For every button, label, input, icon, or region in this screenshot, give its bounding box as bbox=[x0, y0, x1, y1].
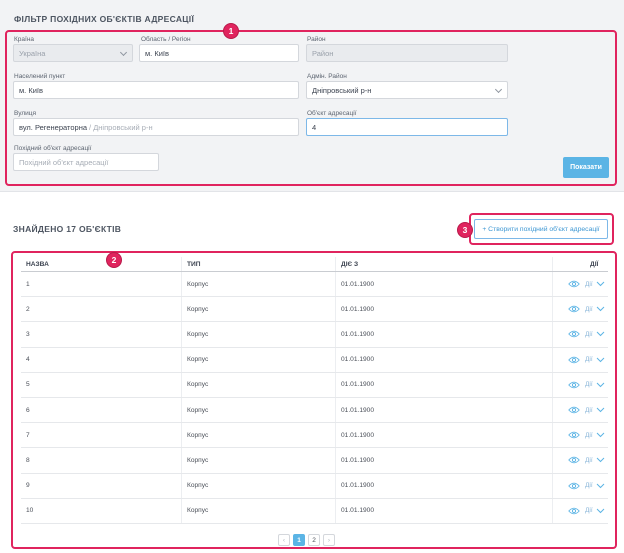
table-row: 10 Корпус 01.01.1900 Дії bbox=[21, 498, 608, 524]
cell-since: 01.01.1900 bbox=[336, 272, 553, 297]
actions-menu-label[interactable]: Дії bbox=[585, 356, 593, 363]
cell-name: 9 bbox=[21, 473, 182, 498]
cell-type: Корпус bbox=[182, 272, 336, 297]
eye-icon[interactable] bbox=[568, 456, 580, 464]
eye-icon[interactable] bbox=[568, 356, 580, 364]
cell-actions: Дії bbox=[553, 398, 608, 422]
col-header-since[interactable]: ДІЄ З bbox=[336, 257, 553, 271]
cell-actions: Дії bbox=[553, 423, 608, 447]
actions-menu-label[interactable]: Дії bbox=[585, 281, 593, 288]
table-row: 3 Корпус 01.01.1900 Дії bbox=[21, 322, 608, 348]
actions-menu-label[interactable]: Дії bbox=[585, 306, 593, 313]
filter-title: ФІЛЬТР ПОХІДНИХ ОБ'ЄКТІВ АДРЕСАЦІЇ bbox=[14, 14, 195, 24]
eye-icon[interactable] bbox=[568, 330, 580, 338]
cell-actions: Дії bbox=[553, 474, 608, 498]
cell-since: 01.01.1900 bbox=[336, 423, 553, 448]
chevron-down-icon[interactable] bbox=[596, 483, 605, 489]
actions-menu-label[interactable]: Дії bbox=[585, 381, 593, 388]
table-body: 1 Корпус 01.01.1900 Дії 2 Корпус 01.01.1900 Дії… bbox=[21, 272, 608, 526]
results-table: НАЗВА ТИП ДІЄ З ДІЇ 1 Корпус 01.01.1900 Дії… bbox=[21, 257, 608, 526]
cell-type: Корпус bbox=[182, 448, 336, 473]
chevron-down-icon[interactable] bbox=[596, 432, 605, 438]
cell-since: 01.01.1900 bbox=[336, 372, 553, 397]
results-title: ЗНАЙДЕНО 17 ОБ'ЄКТІВ bbox=[13, 224, 122, 234]
cell-name: 3 bbox=[21, 322, 182, 347]
cell-since: 01.01.1900 bbox=[336, 448, 553, 473]
cell-name: 6 bbox=[21, 397, 182, 423]
badge-3: 3 bbox=[457, 222, 473, 238]
cell-type: Корпус bbox=[182, 297, 336, 322]
chevron-down-icon[interactable] bbox=[596, 508, 605, 514]
cell-since: 01.01.1900 bbox=[336, 473, 553, 498]
pagination-prev[interactable]: ‹ bbox=[278, 534, 290, 546]
col-header-actions: ДІЇ bbox=[590, 260, 599, 268]
cell-name: 4 bbox=[21, 347, 182, 372]
eye-icon[interactable] bbox=[568, 305, 580, 313]
actions-menu-label[interactable]: Дії bbox=[585, 457, 593, 464]
cell-since: 01.01.1900 bbox=[336, 397, 553, 423]
badge-1: 1 bbox=[223, 23, 239, 39]
chevron-down-icon[interactable] bbox=[596, 457, 605, 463]
cell-type: Корпус bbox=[182, 372, 336, 397]
chevron-down-icon[interactable] bbox=[596, 331, 605, 337]
create-derived-object-button[interactable]: + Створити похідний об'єкт адресації bbox=[474, 219, 608, 239]
cell-name: 10 bbox=[21, 498, 182, 523]
cell-type: Корпус bbox=[182, 397, 336, 423]
table-row: 8 Корпус 01.01.1900 Дії bbox=[21, 448, 608, 474]
actions-menu-label[interactable]: Дії bbox=[585, 407, 593, 414]
table-row: 7 Корпус 01.01.1900 Дії bbox=[21, 423, 608, 449]
highlight-frame-1 bbox=[5, 30, 617, 186]
cell-actions: Дії bbox=[553, 499, 608, 523]
cell-since: 01.01.1900 bbox=[336, 322, 553, 347]
chevron-down-icon[interactable] bbox=[596, 407, 605, 413]
chevron-down-icon[interactable] bbox=[596, 306, 605, 312]
eye-icon[interactable] bbox=[568, 431, 580, 439]
chevron-down-icon[interactable] bbox=[596, 281, 605, 287]
actions-menu-label[interactable]: Дії bbox=[585, 482, 593, 489]
eye-icon[interactable] bbox=[568, 482, 580, 490]
cell-actions: Дії bbox=[553, 448, 608, 472]
table-row: 1 Корпус 01.01.1900 Дії bbox=[21, 272, 608, 298]
actions-menu-label[interactable]: Дії bbox=[585, 507, 593, 514]
actions-menu-label[interactable]: Дії bbox=[585, 432, 593, 439]
table-row: 5 Корпус 01.01.1900 Дії bbox=[21, 372, 608, 398]
cell-since: 01.01.1900 bbox=[336, 347, 553, 372]
cell-type: Корпус bbox=[182, 322, 336, 347]
col-header-type[interactable]: ТИП bbox=[182, 257, 336, 271]
cell-name: 5 bbox=[21, 372, 182, 397]
table-row: 9 Корпус 01.01.1900 Дії bbox=[21, 473, 608, 499]
cell-type: Корпус bbox=[182, 473, 336, 498]
cell-name: 1 bbox=[21, 272, 182, 297]
cell-since: 01.01.1900 bbox=[336, 498, 553, 523]
eye-icon[interactable] bbox=[568, 507, 580, 515]
cell-actions: Дії bbox=[553, 272, 608, 296]
pagination-next[interactable]: › bbox=[323, 534, 335, 546]
chevron-down-icon[interactable] bbox=[596, 382, 605, 388]
cell-actions: Дії bbox=[553, 297, 608, 321]
chevron-down-icon[interactable] bbox=[596, 357, 605, 363]
col-header-name[interactable]: НАЗВА bbox=[21, 257, 182, 271]
pagination-page-2[interactable]: 2 bbox=[308, 534, 320, 546]
eye-icon[interactable] bbox=[568, 406, 580, 414]
actions-menu-label[interactable]: Дії bbox=[585, 331, 593, 338]
pagination-page-1[interactable]: 1 bbox=[293, 534, 305, 546]
pagination: ‹ 1 2 › bbox=[278, 534, 335, 546]
cell-since: 01.01.1900 bbox=[336, 297, 553, 322]
table-header: НАЗВА ТИП ДІЄ З ДІЇ bbox=[21, 257, 608, 272]
cell-name: 2 bbox=[21, 297, 182, 322]
cell-type: Корпус bbox=[182, 347, 336, 372]
table-row: 6 Корпус 01.01.1900 Дії bbox=[21, 397, 608, 424]
cell-type: Корпус bbox=[182, 498, 336, 523]
eye-icon[interactable] bbox=[568, 280, 580, 288]
cell-actions: Дії bbox=[553, 373, 608, 397]
cell-type: Корпус bbox=[182, 423, 336, 448]
cell-name: 7 bbox=[21, 423, 182, 448]
cell-name: 8 bbox=[21, 448, 182, 473]
cell-actions: Дії bbox=[553, 348, 608, 372]
table-row: 2 Корпус 01.01.1900 Дії bbox=[21, 297, 608, 323]
eye-icon[interactable] bbox=[568, 381, 580, 389]
cell-actions: Дії bbox=[553, 322, 608, 346]
table-row: 4 Корпус 01.01.1900 Дії bbox=[21, 347, 608, 373]
